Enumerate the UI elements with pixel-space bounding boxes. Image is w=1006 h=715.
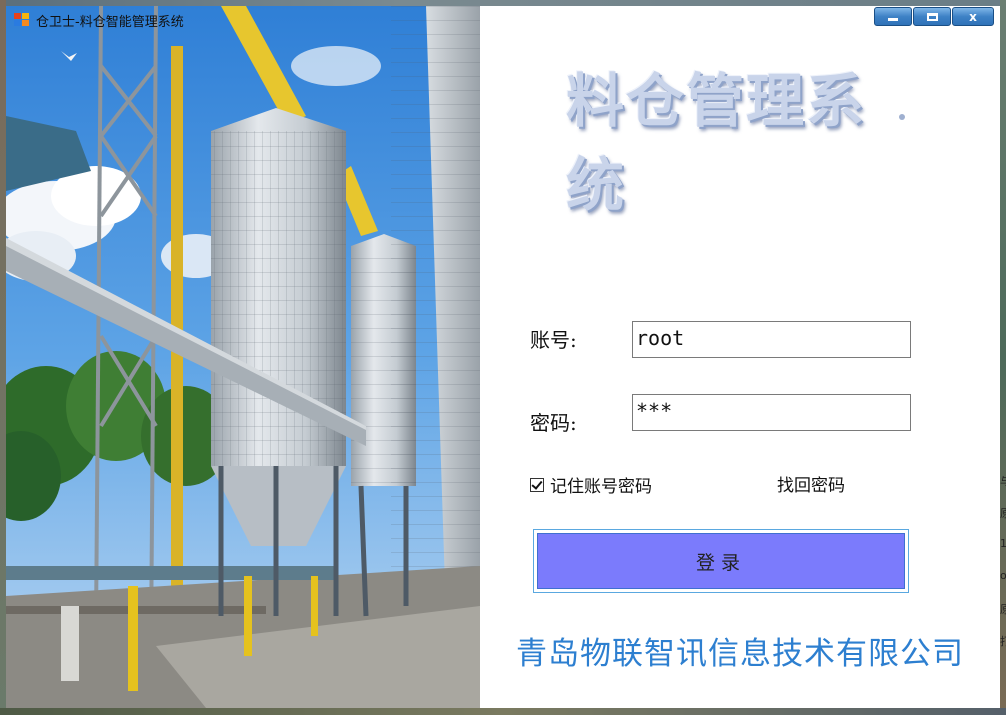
app-icon: [14, 13, 30, 27]
login-button-label: 登录: [537, 533, 905, 589]
desktop-edge-text: 与: [1000, 475, 1006, 488]
silo-photo: 仓卫士-料仓智能管理系统: [6, 6, 480, 708]
recover-password-link[interactable]: 找回密码: [777, 471, 845, 496]
account-label: 账号:: [530, 328, 577, 352]
desktop-background-bottom: [0, 708, 1006, 715]
close-icon: x: [969, 9, 977, 24]
system-title: 料仓管理系统: [566, 67, 867, 219]
remember-checkbox-row[interactable]: 记住账号密码: [530, 472, 652, 497]
window-title-area: 仓卫士-料仓智能管理系统: [14, 10, 184, 30]
desktop-edge-text: 1: [1000, 537, 1006, 550]
login-window: 仓卫士-料仓智能管理系统 x 料仓管理系统 账号: root 密码: *** 记…: [6, 6, 1000, 708]
desktop-edge-text: 原: [1000, 603, 1006, 616]
window-controls: x: [874, 7, 994, 26]
company-name: 青岛物联智讯信息技术有限公司: [516, 636, 964, 672]
password-label: 密码:: [530, 411, 577, 435]
maximize-icon: [926, 12, 938, 21]
remember-checkbox[interactable]: [530, 477, 544, 492]
maximize-button[interactable]: [913, 7, 951, 26]
minimize-icon: [888, 18, 898, 21]
login-button[interactable]: 登录: [533, 529, 909, 593]
close-button[interactable]: x: [952, 7, 994, 26]
password-input[interactable]: ***: [632, 394, 911, 431]
account-input[interactable]: root: [632, 321, 911, 358]
minimize-button[interactable]: [874, 7, 912, 26]
window-title: 仓卫士-料仓智能管理系统: [36, 14, 184, 30]
remember-label: 记住账号密码: [550, 477, 652, 497]
desktop-edge-text: o: [1000, 569, 1006, 582]
desktop-edge-text: 原: [1000, 507, 1006, 520]
desktop-edge-text: 打: [1000, 635, 1006, 648]
title-decoration: [899, 114, 905, 120]
